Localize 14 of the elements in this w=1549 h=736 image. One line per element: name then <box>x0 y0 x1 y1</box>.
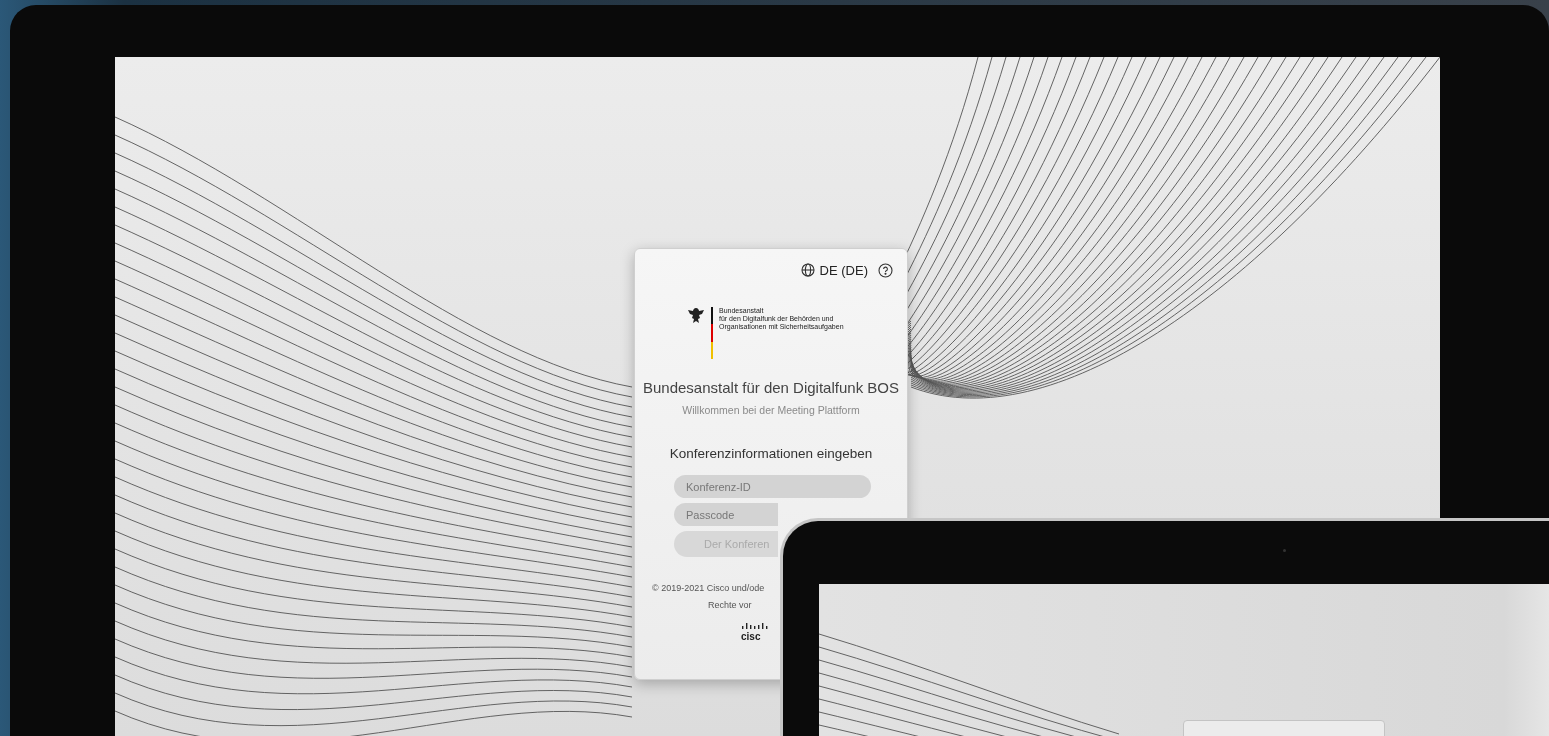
form-heading: Konferenzinformationen eingeben <box>668 446 874 461</box>
help-icon[interactable] <box>878 262 893 278</box>
input-field[interactable]: Konferenz-ID <box>674 475 871 498</box>
eagle-icon <box>687 307 705 325</box>
rights-text: Rechte vor <box>708 600 753 610</box>
camera-icon <box>1283 549 1286 552</box>
flag-stripe <box>711 307 713 359</box>
copyright-text: © 2019-2021 Cisco und/ode <box>652 583 766 593</box>
welcome-text: Willkommen bei der Meeting Plattform <box>681 404 861 416</box>
globe-icon <box>800 263 815 277</box>
brand-text: cisc <box>741 631 761 642</box>
input-field[interactable]: Passcode <box>674 503 778 526</box>
language-button[interactable]: DE (DE) <box>800 262 868 278</box>
page-title: Bundesanstalt für den Digitalfunk BOS <box>642 379 900 396</box>
